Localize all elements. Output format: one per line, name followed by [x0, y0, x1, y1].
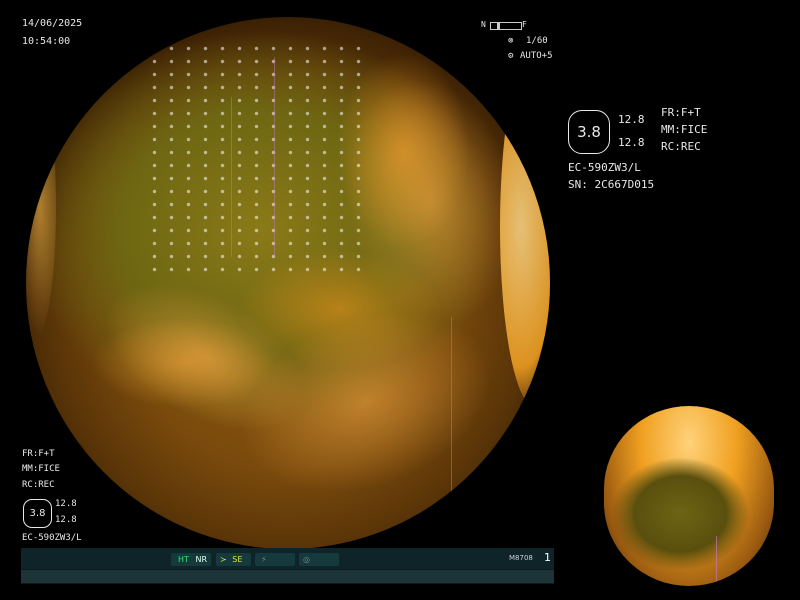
artifact-line	[274, 57, 275, 257]
focus-near-label: N	[481, 20, 486, 29]
flash-chip: ⚡	[255, 553, 295, 566]
endoscope-main-view	[26, 17, 550, 549]
page-number-text: 1	[544, 551, 551, 564]
shutter-text: 1/60	[526, 36, 548, 46]
shutter-icon: ⊗	[508, 36, 514, 46]
model-code-text: M8708	[509, 554, 533, 562]
record-mode-text: RC:REC	[661, 140, 701, 153]
status-bar-bottom	[21, 570, 554, 583]
left-frame-mode-text: FR:F+T	[22, 449, 55, 459]
serial-number-text: SN: 2C667D015	[568, 178, 655, 191]
artifact-line	[451, 317, 452, 547]
left-record-mode-text: RC:REC	[22, 480, 55, 490]
date-text: 14/06/2025	[22, 18, 83, 29]
frame-mode-text: FR:F+T	[661, 106, 701, 119]
artifact-line	[231, 97, 232, 257]
left-param-value-2: 12.8	[55, 515, 77, 525]
imaging-mode-text: MM:FICE	[661, 123, 708, 136]
artifact-line	[716, 536, 717, 586]
left-zoom-value: 3.8	[29, 508, 46, 519]
capture-icon: ◎	[303, 555, 310, 564]
se-chip: ≻ SE	[216, 553, 251, 566]
pip-mucosa-image	[604, 406, 774, 586]
time-text: 10:54:00	[22, 36, 71, 47]
auto-level-text: AUTO+5	[520, 51, 553, 61]
left-imaging-mode-text: MM:FICE	[22, 464, 60, 474]
param-value-2: 12.8	[618, 136, 645, 149]
status-bar: HT NR ≻ SE ⚡ ◎ M8708 1	[21, 548, 554, 584]
ht-nr-chip: HT NR	[171, 553, 211, 566]
flash-icon: ⚡	[261, 555, 267, 564]
focus-scale	[490, 22, 522, 30]
param-value-1: 12.8	[618, 113, 645, 126]
capture-chip: ◎	[299, 553, 339, 566]
zoom-badge: 3.8	[568, 110, 610, 154]
ht-label: HT	[178, 555, 189, 564]
zoom-value: 3.8	[577, 123, 601, 141]
endoscope-pip-view	[604, 406, 774, 586]
left-scope-model-text: EC-590ZW3/L	[22, 533, 82, 543]
focus-far-label: F	[522, 20, 527, 29]
nr-label: NR	[195, 555, 207, 564]
left-zoom-badge: 3.8	[23, 499, 52, 528]
iris-icon: ⚙	[508, 51, 514, 61]
scope-model-text: EC-590ZW3/L	[568, 161, 641, 174]
bubble-reflections	[146, 42, 366, 272]
left-param-value-1: 12.8	[55, 499, 77, 509]
se-label: SE	[232, 555, 243, 564]
structure-enhance-icon: ≻	[220, 555, 227, 564]
